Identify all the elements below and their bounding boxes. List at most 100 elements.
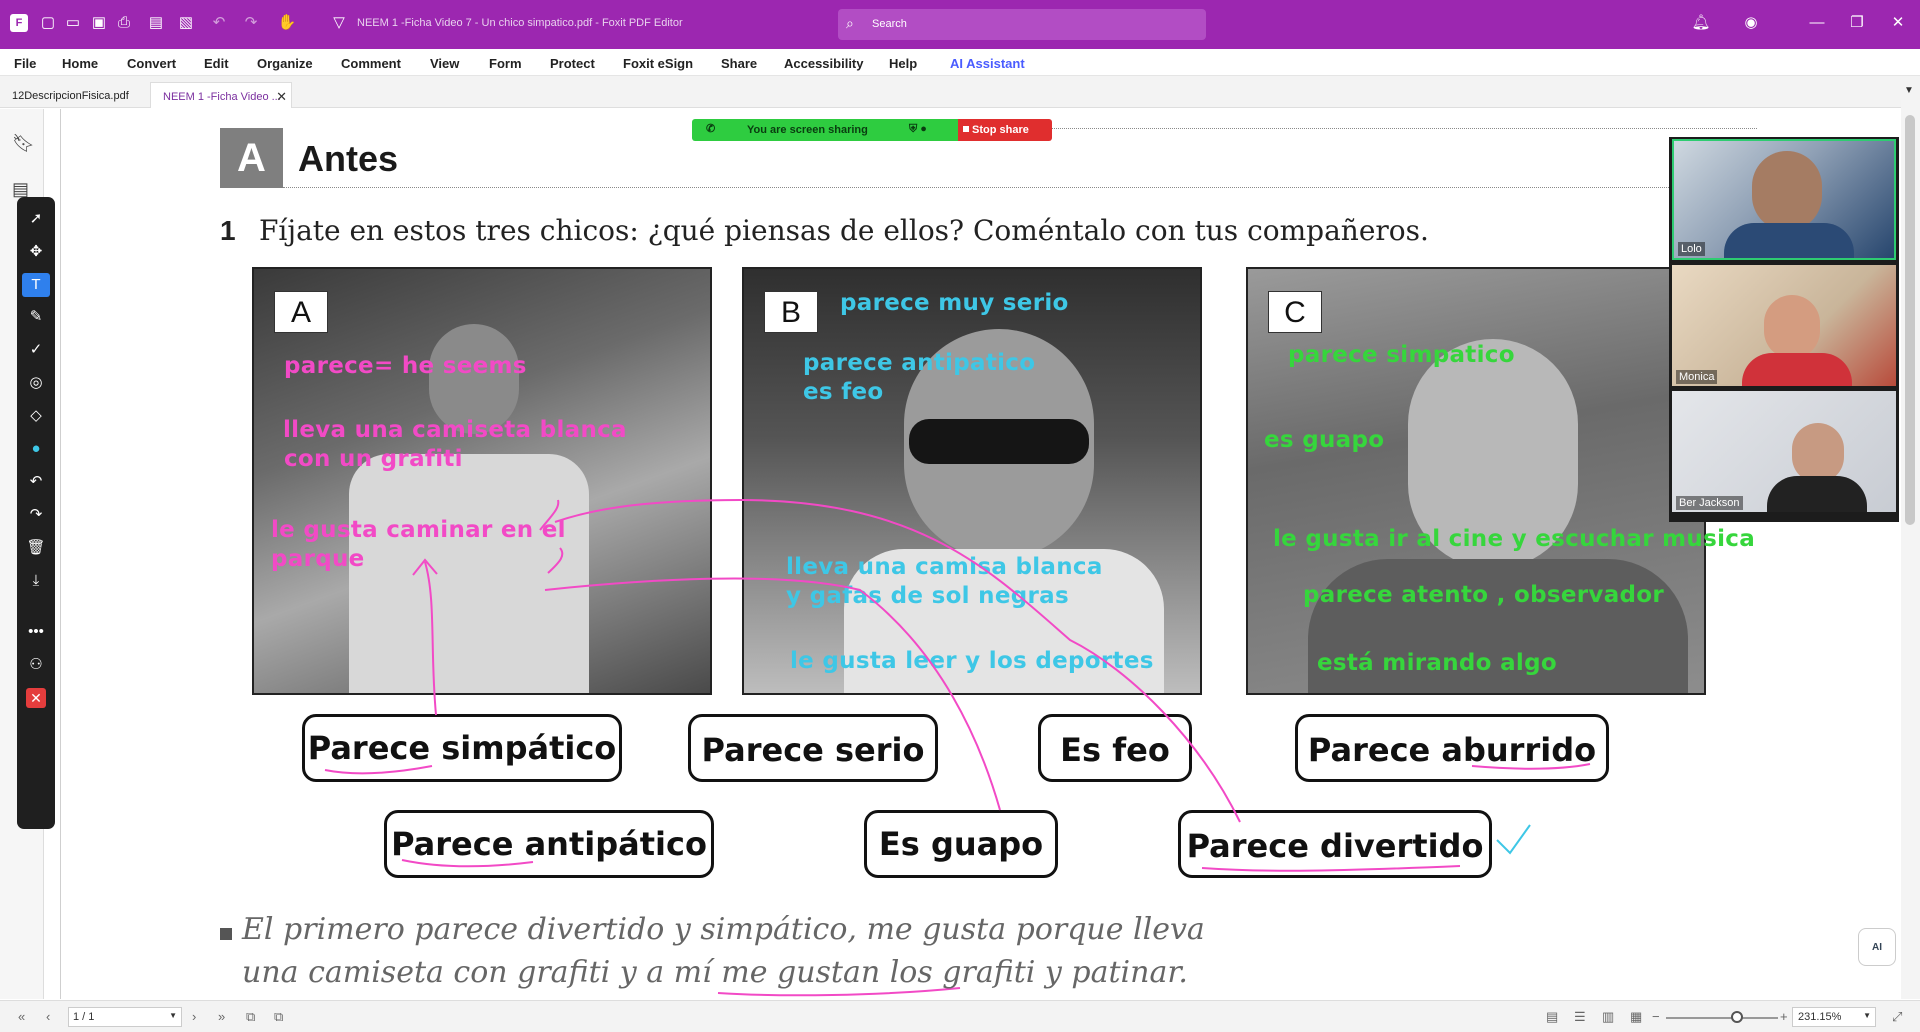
next-page-icon[interactable]: › — [192, 1009, 196, 1024]
menu-foxit-esign[interactable]: Foxit eSign — [623, 56, 693, 71]
label-parece-simpatico: Parece simpático — [302, 714, 622, 782]
trash-icon[interactable]: 🗑︎ — [26, 538, 46, 558]
title-bar: F ▢ ▭ ▣ ⎙ ▤ ▧ ↶ ↷ ✋ ▽ NEEM 1 -Ficha Vide… — [0, 0, 1920, 49]
menu-convert[interactable]: Convert — [127, 56, 176, 71]
more-icon[interactable]: ••• — [26, 622, 46, 642]
tab-neem1-ficha[interactable]: NEEM 1 -Ficha Video ... ✕ — [150, 82, 292, 108]
example-line-2: una camiseta con grafiti y a mí me gusta… — [242, 955, 1188, 990]
menu-share[interactable]: Share — [721, 56, 757, 71]
menu-comment[interactable]: Comment — [341, 56, 401, 71]
account-icon[interactable]: ◉ — [1740, 12, 1762, 34]
eraser-icon[interactable]: ◇ — [26, 406, 46, 426]
stamp-icon[interactable]: ◎ — [26, 373, 46, 393]
annotation-a-2[interactable]: lleva una camiseta blanca — [283, 417, 627, 443]
continuous-facing-view-icon[interactable]: ▦ — [1630, 1009, 1642, 1025]
select-arrow-icon[interactable]: ➚ — [26, 209, 46, 229]
zoom-level-select[interactable]: 231.15% ▼ — [1792, 1007, 1876, 1027]
extract-page-icon[interactable]: ⧉ — [274, 1009, 283, 1025]
create-icon[interactable]: ▧ — [175, 12, 197, 34]
single-page-view-icon[interactable]: ▤ — [1546, 1009, 1558, 1025]
menu-home[interactable]: Home — [62, 56, 98, 71]
fullscreen-icon[interactable]: ⤢ — [1892, 1009, 1902, 1025]
zoom-slider-track[interactable] — [1666, 1017, 1778, 1019]
menu-help[interactable]: Help — [889, 56, 917, 71]
close-palette-icon[interactable]: ✕ — [26, 688, 46, 708]
annotation-a-5[interactable]: parque — [271, 546, 365, 572]
tab-12descripcionfisica[interactable]: 12DescripcionFisica.pdf — [0, 82, 148, 108]
annotation-a-1[interactable]: parece= he seems — [284, 353, 527, 379]
check-icon[interactable]: ✓ — [26, 340, 46, 360]
close-window-icon[interactable]: ✕ — [1887, 12, 1909, 34]
bookmark-icon[interactable]: 🔖︎ — [12, 133, 35, 154]
screen-share-status: ✆ You are screen sharing ⛨ ● — [692, 119, 958, 141]
annotation-a-4[interactable]: le gusta caminar en el — [271, 517, 566, 543]
photo-letter-a: A — [274, 291, 328, 333]
menu-organize[interactable]: Organize — [257, 56, 313, 71]
zoom-in-icon[interactable]: + — [1780, 1009, 1788, 1024]
label-es-feo: Es feo — [1038, 714, 1192, 782]
customize-icon[interactable]: ▽ — [328, 12, 350, 34]
menu-form[interactable]: Form — [489, 56, 522, 71]
open-file-icon[interactable]: ▭ — [62, 12, 84, 34]
print-icon[interactable]: ⎙ — [113, 12, 135, 34]
color-picker-icon[interactable]: ● — [26, 439, 46, 459]
undo-icon[interactable]: ↶ — [26, 472, 46, 492]
facing-view-icon[interactable]: ▥ — [1602, 1009, 1614, 1025]
annotation-c-4[interactable]: parece atento , observador — [1303, 582, 1664, 608]
copy-page-icon[interactable]: ⧉ — [246, 1009, 255, 1025]
phone-icon: ✆ — [706, 123, 716, 135]
menu-file[interactable]: File — [14, 56, 36, 71]
first-page-icon[interactable]: « — [18, 1009, 25, 1024]
annotation-c-2[interactable]: es guapo — [1264, 427, 1384, 453]
page-number-input[interactable]: 1 / 1 ▼ — [68, 1007, 182, 1027]
video-tile-monica[interactable]: Monica — [1672, 265, 1896, 386]
pen-icon[interactable]: ✎ — [26, 307, 46, 327]
close-tab-icon[interactable]: ✕ — [276, 89, 287, 105]
annotation-b-6[interactable]: le gusta leer y los deportes — [790, 648, 1154, 674]
annotation-c-5[interactable]: está mirando algo — [1317, 650, 1557, 676]
participant-name: Lolo — [1678, 242, 1705, 256]
continuous-view-icon[interactable]: ☰ — [1574, 1009, 1586, 1025]
menu-protect[interactable]: Protect — [550, 56, 595, 71]
menu-view[interactable]: View — [430, 56, 459, 71]
ai-assistant-floating-button[interactable]: AI — [1858, 928, 1896, 966]
search-box[interactable]: ⌕ Search — [838, 9, 1206, 40]
redo-icon[interactable]: ↷ — [240, 12, 262, 34]
annotation-b-4[interactable]: lleva una camisa blanca — [786, 554, 1103, 580]
annotation-b-2[interactable]: parece antipatico — [803, 350, 1035, 376]
example-line-1: El primero parece divertido y simpático,… — [242, 912, 1205, 947]
foxit-logo-icon[interactable]: F — [10, 14, 28, 32]
move-icon[interactable]: ✥ — [26, 242, 46, 262]
last-page-icon[interactable]: » — [218, 1009, 225, 1024]
save-icon[interactable]: ▣ — [88, 12, 110, 34]
annotation-b-3[interactable]: es feo — [803, 379, 884, 405]
tab-list-chevron-icon[interactable]: ▼ — [1904, 85, 1914, 96]
export-icon[interactable]: ▤ — [145, 12, 167, 34]
user-settings-icon[interactable]: ⚇ — [26, 655, 46, 675]
scrollbar-thumb[interactable] — [1905, 115, 1915, 525]
redo-icon[interactable]: ↷ — [26, 505, 46, 525]
video-tile-lolo[interactable]: Lolo — [1672, 139, 1896, 260]
hand-tool-icon[interactable]: ✋ — [276, 12, 298, 34]
menu-accessibility[interactable]: Accessibility — [784, 56, 864, 71]
zoom-slider-knob[interactable] — [1731, 1011, 1743, 1023]
restore-icon[interactable]: ❐ — [1846, 12, 1868, 34]
text-tool-icon[interactable]: T — [22, 273, 50, 297]
stop-share-button[interactable]: Stop share — [958, 119, 1052, 141]
tab-bar: 12DescripcionFisica.pdf NEEM 1 -Ficha Vi… — [0, 76, 1920, 108]
annotation-c-3[interactable]: le gusta ir al cine y escuchar musica — [1273, 526, 1755, 552]
bell-icon[interactable]: 🔔︎ — [1690, 12, 1712, 34]
annotation-b-1[interactable]: parece muy serio — [840, 290, 1069, 316]
annotation-a-3[interactable]: con un grafiti — [284, 446, 463, 472]
prev-page-icon[interactable]: ‹ — [46, 1009, 50, 1024]
annotation-b-5[interactable]: y gafas de sol negras — [786, 583, 1069, 609]
new-file-icon[interactable]: ▢ — [37, 12, 59, 34]
zoom-out-icon[interactable]: − — [1652, 1009, 1660, 1024]
menu-edit[interactable]: Edit — [204, 56, 229, 71]
download-icon[interactable]: ⤓ — [26, 571, 46, 591]
undo-icon[interactable]: ↶ — [208, 12, 230, 34]
minimize-icon[interactable]: — — [1806, 12, 1828, 34]
menu-ai-assistant[interactable]: AI Assistant — [950, 56, 1025, 71]
video-tile-ber-jackson[interactable]: Ber Jackson — [1672, 391, 1896, 512]
annotation-c-1[interactable]: parece simpatico — [1288, 342, 1515, 368]
